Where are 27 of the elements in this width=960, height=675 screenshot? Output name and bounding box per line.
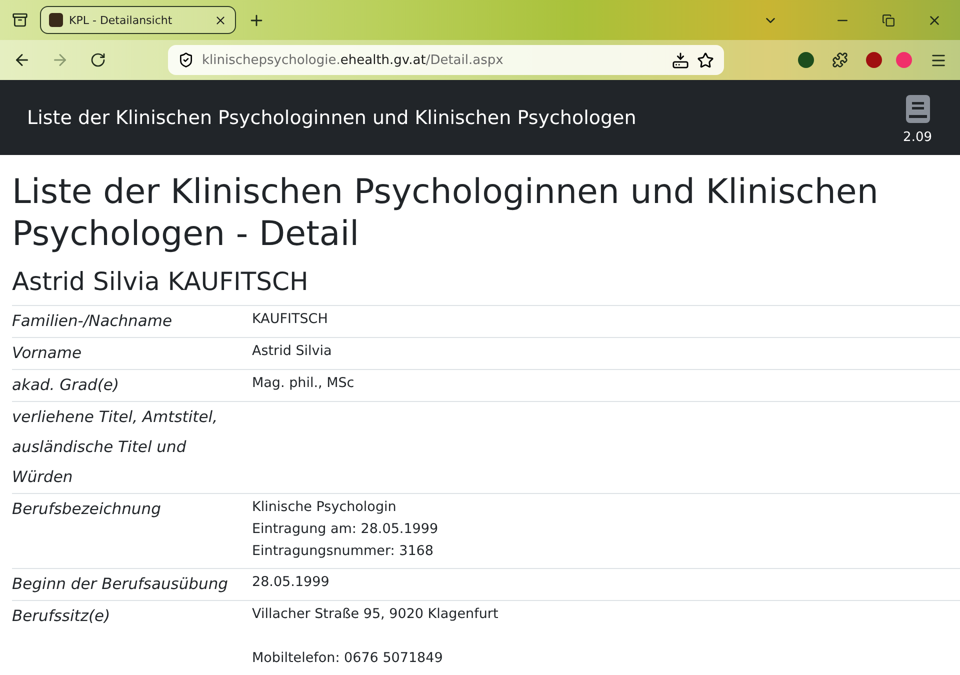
field-label: Berufsbezeichnung [12,499,162,520]
version-label: 2.09 [903,130,932,145]
address-bar[interactable]: klinischepsychologie.ehealth.gv.at/Detail.aspx [168,45,724,75]
site-title: Liste der Klinischen Psychologinnen und Klinischen Psychologen [27,106,636,128]
field-value: Mobiltelefon: 0676 5071849 [252,649,444,668]
person-name: Astrid Silvia KAUFITSCH [12,266,310,298]
field-label: Familien-/Nachname [12,311,174,332]
shield-icon [178,52,194,68]
field-value: Eintragung am: 28.05.1999 [252,520,440,539]
field-value: Villacher Straße 95, 9020 Klagenfurt [252,605,500,624]
browser-tab[interactable]: KPL - Detailansicht [40,6,236,34]
field-value: Eintragungsnummer: 3168 [252,542,434,561]
field-label: akad. Grad(e) [12,375,120,396]
page-title: Liste der Klinischen Psychologinnen und Klinischen Psychologen - Detail [12,171,880,255]
field-label: verliehene Titel, Amtstitel, ausländische Titel und Würden [12,407,219,488]
star-icon[interactable] [697,52,714,68]
field-value: Klinische Psychologin [252,498,398,517]
field-value: KAUFITSCH [252,310,329,329]
field-label: Beginn der Berufsausübung [12,574,230,595]
field-label: Berufssitz(e) [12,606,112,627]
field-value: Astrid Silvia [252,342,333,361]
close-icon[interactable] [214,14,227,26]
book-icon [904,94,931,124]
field-value: 28.05.1999 [252,573,330,592]
download-icon[interactable] [672,52,689,68]
field-label: Vorname [12,343,83,364]
field-value: Mag. phil., MSc [252,374,356,393]
